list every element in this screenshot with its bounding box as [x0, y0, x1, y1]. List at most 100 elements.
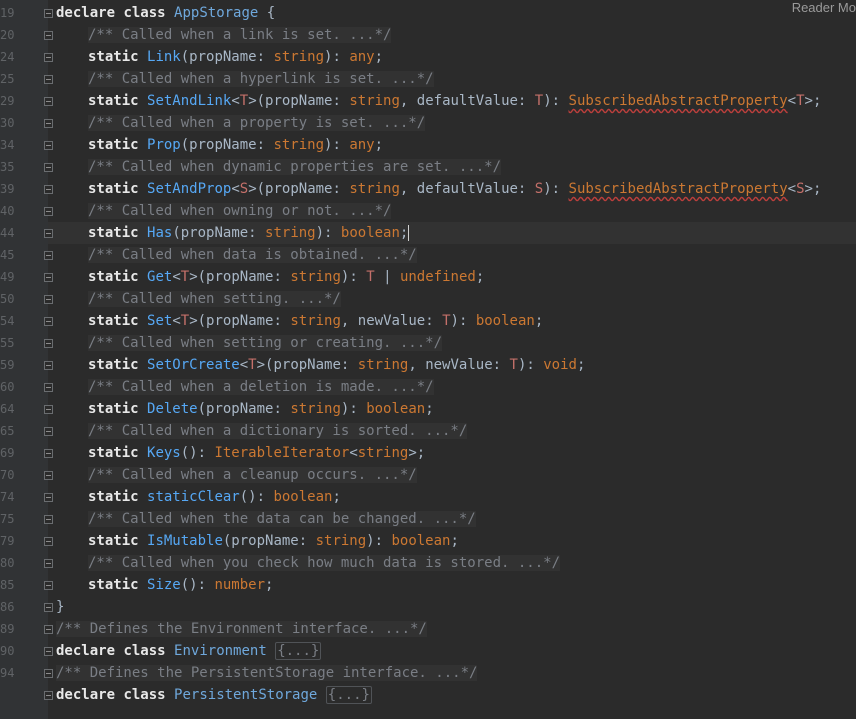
signature-token: T [180, 269, 190, 285]
code-line[interactable]: static IsMutable(propName: string): bool… [56, 530, 856, 552]
fold-marker-icon[interactable] [44, 75, 53, 84]
code-line[interactable]: /** Called when setting or creating. ...… [56, 332, 856, 354]
signature-token: any [349, 137, 375, 153]
fold-marker-icon[interactable] [44, 515, 53, 524]
code-line[interactable]: declare class AppStorage { [56, 2, 856, 24]
code-line[interactable]: /** Called when a property is set. ...*/ [56, 112, 856, 134]
fold-marker-icon[interactable] [44, 9, 53, 18]
keyword-static: static [88, 533, 139, 549]
fold-marker-icon[interactable] [44, 317, 53, 326]
code-line[interactable]: static SetAndLink<T>(propName: string, d… [56, 90, 856, 112]
fold-marker-icon[interactable] [44, 625, 53, 634]
fold-marker-icon[interactable] [44, 493, 53, 502]
collapsed-body[interactable]: {...} [275, 642, 322, 660]
code-line[interactable]: /** Called when a dictionary is sorted. … [56, 420, 856, 442]
code-line[interactable]: static Get<T>(propName: string): T | und… [56, 266, 856, 288]
keyword-static: static [88, 313, 139, 329]
line-number: 45 [0, 248, 14, 262]
signature-token: ): [340, 401, 367, 417]
fold-marker-icon[interactable] [44, 383, 53, 392]
fold-marker-icon[interactable] [44, 273, 53, 282]
signature-token: >; [408, 445, 426, 461]
line-number: 50 [0, 292, 14, 306]
text-caret [408, 225, 410, 241]
signature-token: T [248, 357, 257, 373]
signature-token: (propName: [197, 401, 291, 417]
signature-token: ; [475, 269, 485, 285]
fold-marker-icon[interactable] [44, 691, 53, 700]
fold-marker-icon[interactable] [44, 185, 53, 194]
fold-marker-icon[interactable] [44, 119, 53, 128]
fold-marker-icon[interactable] [44, 361, 53, 370]
signature-token: string [265, 225, 316, 241]
code-line[interactable]: /** Defines the Environment interface. .… [56, 618, 856, 640]
line-number: 40 [0, 204, 14, 218]
code-line[interactable]: /** Called when owning or not. ...*/ [56, 200, 856, 222]
code-line[interactable]: declare class Environment {...} [56, 640, 856, 662]
code-line[interactable]: /** Called when a hyperlink is set. ...*… [56, 68, 856, 90]
fold-marker-icon[interactable] [44, 295, 53, 304]
fold-marker-icon[interactable] [44, 163, 53, 172]
code-line[interactable]: /** Defines the PersistentStorage interf… [56, 662, 856, 684]
keyword-static: static [88, 401, 139, 417]
signature-token: T [180, 313, 190, 329]
signature-token: ; [534, 313, 544, 329]
signature-token: T [442, 313, 451, 329]
code-line[interactable]: /** Called when you check how much data … [56, 552, 856, 574]
fold-marker-icon[interactable] [44, 449, 53, 458]
code-line[interactable]: /** Called when a cleanup occurs. ...*/ [56, 464, 856, 486]
fold-marker-icon[interactable] [44, 97, 53, 106]
code-line[interactable]: static Has(propName: string): boolean; [56, 222, 856, 244]
code-line[interactable]: static Delete(propName: string): boolean… [56, 398, 856, 420]
fold-marker-icon[interactable] [44, 537, 53, 546]
fold-marker-icon[interactable] [44, 229, 53, 238]
code-line[interactable]: /** Called when data is obtained. ...*/ [56, 244, 856, 266]
doc-comment: /** Called when you check how much data … [88, 555, 561, 571]
signature-token: string [315, 533, 367, 549]
collapsed-body[interactable]: {...} [325, 686, 372, 704]
code-line[interactable]: /** Called when dynamic properties are s… [56, 156, 856, 178]
fold-marker-icon[interactable] [44, 207, 53, 216]
fold-marker-icon[interactable] [44, 251, 53, 260]
code-line[interactable]: } [56, 596, 856, 618]
fold-marker-icon[interactable] [44, 31, 53, 40]
code-line[interactable]: static Size(): number; [56, 574, 856, 596]
signature-token: ): [517, 357, 544, 373]
signature-token: ; [332, 489, 341, 505]
fold-marker-icon[interactable] [44, 339, 53, 348]
fold-marker-icon[interactable] [44, 53, 53, 62]
fold-marker-icon[interactable] [44, 141, 53, 150]
signature-token: string [349, 93, 400, 109]
signature-token: ; [576, 357, 586, 373]
fold-marker-icon[interactable] [44, 581, 53, 590]
fold-marker-icon[interactable] [44, 669, 53, 678]
signature-token: string [290, 313, 341, 329]
reader-mode-label[interactable]: Reader Mo [792, 0, 856, 16]
doc-comment: /** Called when a hyperlink is set. ...*… [88, 71, 434, 87]
method-name: Set [147, 313, 173, 329]
fold-marker-icon[interactable] [44, 405, 53, 414]
code-line[interactable]: static Set<T>(propName: string, newValue… [56, 310, 856, 332]
fold-marker-icon[interactable] [44, 559, 53, 568]
code-line[interactable]: static SetOrCreate<T>(propName: string, … [56, 354, 856, 376]
code-line[interactable]: static Prop(propName: string): any; [56, 134, 856, 156]
doc-comment: /** Called when a property is set. ...*/ [88, 115, 426, 131]
code-line[interactable]: declare class PersistentStorage {...} [56, 684, 856, 706]
code-line[interactable]: static Keys(): IterableIterator<string>; [56, 442, 856, 464]
code-line[interactable]: static Link(propName: string): any; [56, 46, 856, 68]
fold-marker-icon[interactable] [44, 427, 53, 436]
code-line[interactable]: static staticClear(): boolean; [56, 486, 856, 508]
signature-token: ; [425, 401, 434, 417]
code-line[interactable]: /** Called when the data can be changed.… [56, 508, 856, 530]
fold-marker-icon[interactable] [44, 603, 53, 612]
method-name: SetAndLink [147, 93, 232, 109]
signature-token: (propName: [180, 137, 274, 153]
signature-token: < [787, 181, 797, 197]
code-line[interactable]: static SetAndProp<S>(propName: string, d… [56, 178, 856, 200]
fold-marker-icon[interactable] [44, 647, 53, 656]
code-line[interactable]: /** Called when a deletion is made. ...*… [56, 376, 856, 398]
keyword-class: class [123, 687, 166, 703]
code-line[interactable]: /** Called when setting. ...*/ [56, 288, 856, 310]
fold-marker-icon[interactable] [44, 471, 53, 480]
code-line[interactable]: /** Called when a link is set. ...*/ [56, 24, 856, 46]
